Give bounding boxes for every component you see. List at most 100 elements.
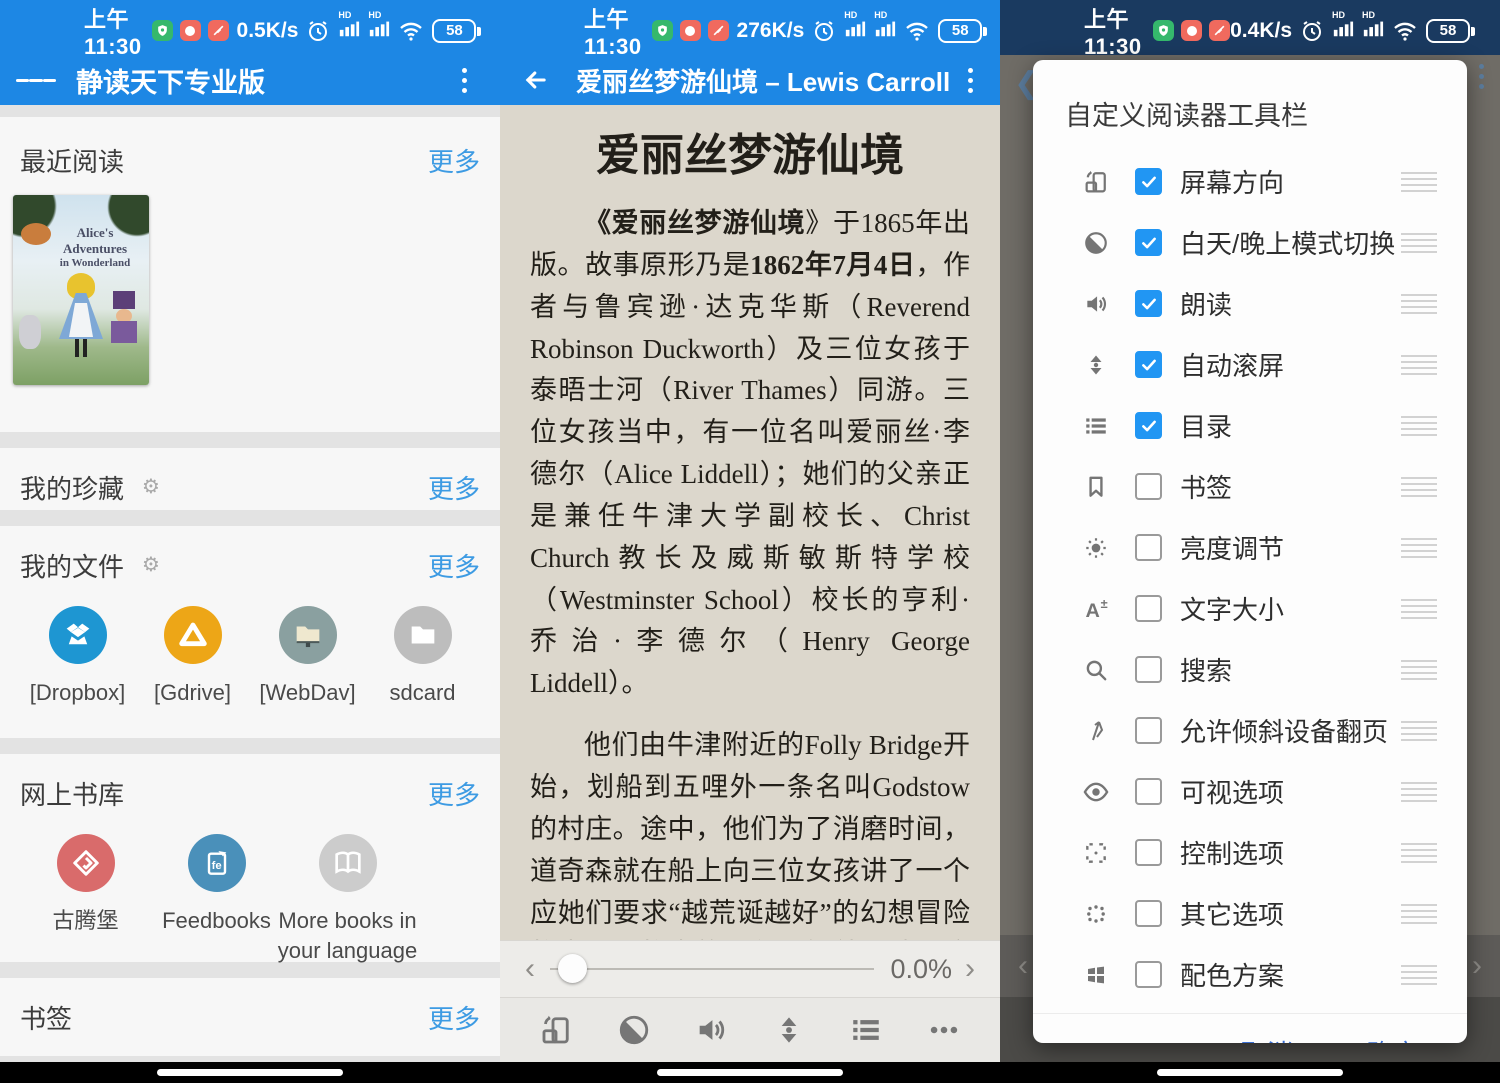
item-label: 白天/晚上模式切换 bbox=[1180, 224, 1395, 261]
alarm-icon bbox=[1300, 19, 1324, 43]
toolbar-item-text-size[interactable]: A± 文字大小 bbox=[1033, 578, 1467, 639]
catalog-feedbooks[interactable]: fe Feedbooks bbox=[151, 834, 282, 965]
ok-button[interactable]: 确定 bbox=[1367, 1034, 1419, 1043]
drag-handle[interactable] bbox=[1401, 660, 1437, 680]
checkbox[interactable] bbox=[1135, 900, 1162, 927]
item-label: 亮度调节 bbox=[1180, 529, 1284, 566]
gear-icon[interactable]: ⚙ bbox=[142, 477, 160, 497]
home-gesture-pill[interactable] bbox=[157, 1069, 343, 1076]
paragraph: 他们由牛津附近的Folly Bridge开始，划船到五哩外一条名叫Godstow… bbox=[530, 725, 970, 940]
storage-label: [Dropbox] bbox=[30, 678, 125, 708]
checkbox[interactable] bbox=[1135, 351, 1162, 378]
toolbar-item-control-options[interactable]: 控制选项 bbox=[1033, 822, 1467, 883]
folder-icon bbox=[394, 606, 452, 664]
drag-handle[interactable] bbox=[1401, 477, 1437, 497]
toolbar-item-brightness[interactable]: 亮度调节 bbox=[1033, 517, 1467, 578]
clock: 上午11:30 bbox=[84, 2, 142, 60]
drag-handle[interactable] bbox=[1401, 294, 1437, 314]
page-next-icon[interactable]: › bbox=[956, 952, 984, 986]
drag-handle[interactable] bbox=[1401, 782, 1437, 802]
checkbox[interactable] bbox=[1135, 656, 1162, 683]
more-link[interactable]: 更多 bbox=[428, 547, 480, 584]
toolbar-item-bookmark[interactable]: 书签 bbox=[1033, 456, 1467, 517]
security-notification-icon bbox=[152, 20, 173, 41]
storage-webdav[interactable]: [WebDav] bbox=[250, 606, 365, 708]
storage-gdrive[interactable]: [Gdrive] bbox=[135, 606, 250, 708]
toc-icon[interactable] bbox=[846, 1010, 886, 1050]
autoscroll-icon[interactable] bbox=[769, 1010, 809, 1050]
day-night-icon[interactable] bbox=[614, 1010, 654, 1050]
orientation-icon[interactable] bbox=[536, 1010, 576, 1050]
toolbar-item-visual-options[interactable]: 可视选项 bbox=[1033, 761, 1467, 822]
checkbox[interactable] bbox=[1135, 717, 1162, 744]
catalog-gutenberg[interactable]: 古腾堡 bbox=[20, 834, 151, 965]
checkbox[interactable] bbox=[1135, 290, 1162, 317]
toolbar-item-autoscroll[interactable]: 自动滚屏 bbox=[1033, 334, 1467, 395]
toolbar-item-toc[interactable]: 目录 bbox=[1033, 395, 1467, 456]
cover-art-hatter bbox=[109, 291, 139, 343]
more-link[interactable]: 更多 bbox=[428, 999, 480, 1036]
drag-handle[interactable] bbox=[1401, 599, 1437, 619]
toolbar-item-other-options[interactable]: 其它选项 bbox=[1033, 883, 1467, 944]
more-options-icon[interactable] bbox=[924, 1010, 964, 1050]
drag-handle[interactable] bbox=[1401, 965, 1437, 985]
alarm-icon bbox=[306, 19, 330, 43]
home-gesture-pill[interactable] bbox=[657, 1069, 843, 1076]
section-bookmarks: 书签 更多 bbox=[0, 978, 500, 1056]
more-link[interactable]: 更多 bbox=[428, 469, 480, 506]
checkbox[interactable] bbox=[1135, 595, 1162, 622]
progress-slider[interactable] bbox=[550, 968, 874, 970]
drag-handle[interactable] bbox=[1401, 904, 1437, 924]
toolbar-item-tilt-flip[interactable]: 允许倾斜设备翻页 bbox=[1033, 700, 1467, 761]
more-link[interactable]: 更多 bbox=[428, 142, 480, 179]
overflow-menu-icon[interactable] bbox=[444, 60, 484, 100]
page-prev-icon[interactable]: ‹ bbox=[516, 952, 544, 986]
notification-dot-icon bbox=[680, 20, 701, 41]
overflow-menu-icon[interactable] bbox=[950, 60, 990, 100]
day-night-icon bbox=[1081, 228, 1111, 258]
signal-icon-sim1: HD bbox=[1332, 17, 1354, 44]
checkbox[interactable] bbox=[1135, 534, 1162, 561]
more-link[interactable]: 更多 bbox=[428, 775, 480, 812]
drag-handle[interactable] bbox=[1401, 416, 1437, 436]
reader-toolbar bbox=[500, 997, 1000, 1062]
slider-handle[interactable] bbox=[558, 954, 587, 983]
checkbox[interactable] bbox=[1135, 961, 1162, 988]
tts-speaker-icon bbox=[1081, 289, 1111, 319]
gear-icon[interactable]: ⚙ bbox=[142, 555, 160, 575]
checkbox[interactable] bbox=[1135, 229, 1162, 256]
book-cover-alice[interactable]: Alice's Adventures in Wonderland bbox=[13, 195, 149, 385]
back-icon[interactable] bbox=[516, 60, 556, 100]
section-net-library: 网上书库 更多 古腾堡 fe Feedbooks bbox=[0, 754, 500, 962]
catalog-more-books[interactable]: More books in your language bbox=[282, 834, 413, 965]
drag-handle[interactable] bbox=[1401, 233, 1437, 253]
library-screen: 上午11:30 0.5K/s HD HD 58 bbox=[0, 0, 500, 1083]
storage-sdcard[interactable]: sdcard bbox=[365, 606, 480, 708]
toolbar-item-orientation[interactable]: 屏幕方向 bbox=[1033, 151, 1467, 212]
drag-handle[interactable] bbox=[1401, 843, 1437, 863]
cancel-button[interactable]: 取消 bbox=[1241, 1034, 1293, 1043]
drag-handle[interactable] bbox=[1401, 172, 1437, 192]
home-gesture-pill[interactable] bbox=[1157, 1069, 1343, 1076]
net-speed: 0.5K/s bbox=[237, 19, 299, 43]
toolbar-item-color-scheme[interactable]: 配色方案 bbox=[1033, 944, 1467, 1005]
checkbox[interactable] bbox=[1135, 839, 1162, 866]
menu-icon[interactable] bbox=[16, 60, 56, 100]
checkbox[interactable] bbox=[1135, 473, 1162, 500]
eye-icon bbox=[1081, 777, 1111, 807]
section-title: 我的文件 bbox=[20, 547, 124, 584]
checkbox[interactable] bbox=[1135, 412, 1162, 439]
drag-handle[interactable] bbox=[1401, 355, 1437, 375]
reading-page[interactable]: 爱丽丝梦游仙境 《爱丽丝梦游仙境》于1865年出版。故事原形乃是1862年7月4… bbox=[500, 105, 1000, 940]
gdrive-icon bbox=[164, 606, 222, 664]
toolbar-item-day-night[interactable]: 白天/晚上模式切换 bbox=[1033, 212, 1467, 273]
checkbox[interactable] bbox=[1135, 778, 1162, 805]
tts-speaker-icon[interactable] bbox=[691, 1010, 731, 1050]
checkbox[interactable] bbox=[1135, 168, 1162, 195]
toolbar-item-search[interactable]: 搜索 bbox=[1033, 639, 1467, 700]
storage-dropbox[interactable]: [Dropbox] bbox=[20, 606, 135, 708]
toolbar-item-tts[interactable]: 朗读 bbox=[1033, 273, 1467, 334]
drag-handle[interactable] bbox=[1401, 538, 1437, 558]
drag-handle[interactable] bbox=[1401, 721, 1437, 741]
item-label: 自动滚屏 bbox=[1180, 346, 1284, 383]
